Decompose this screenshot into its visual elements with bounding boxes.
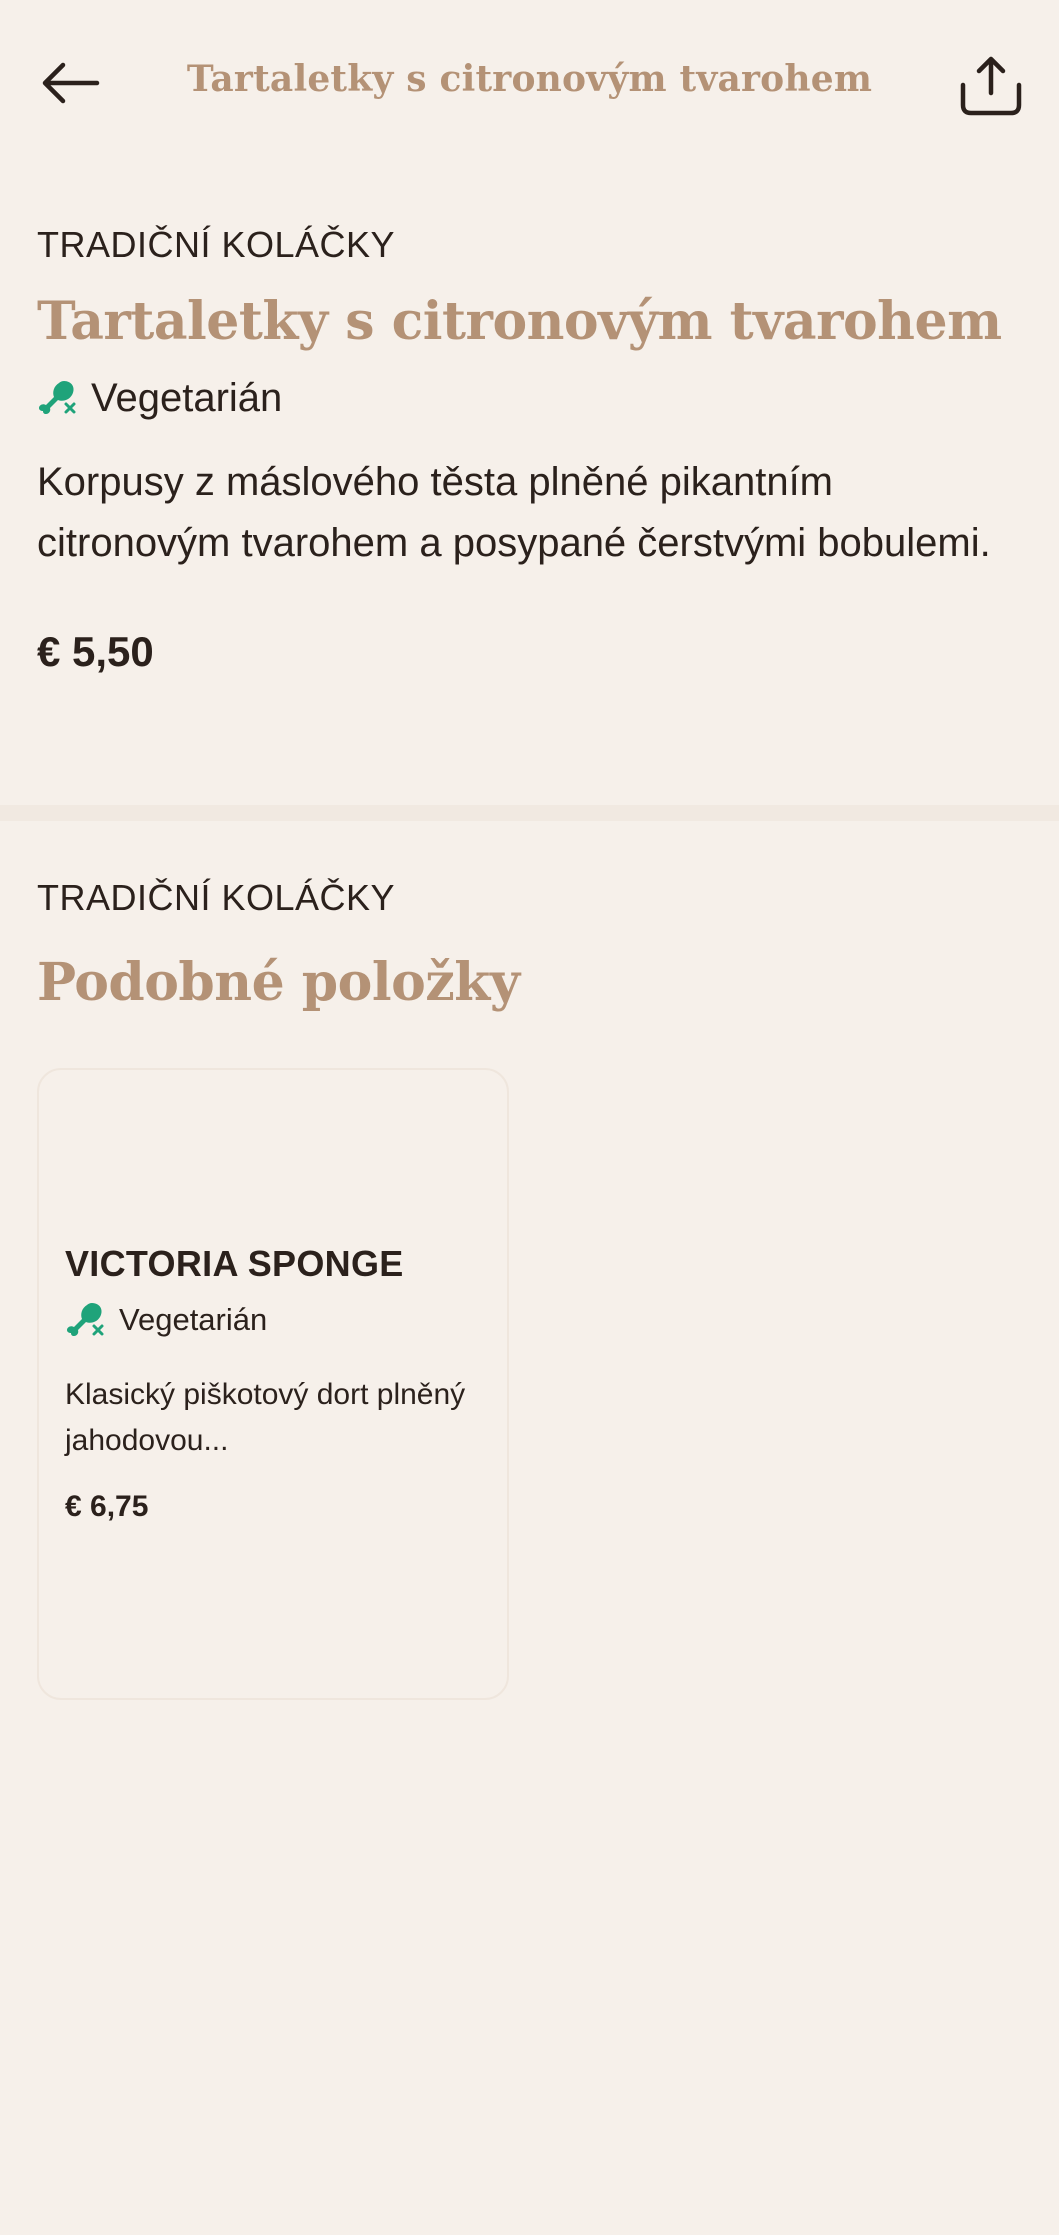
similar-items-section: TRADIČNÍ KOLÁČKY Podobné položky: [37, 873, 1022, 1021]
similar-title: Podobné položky: [37, 952, 520, 1013]
header-title: Tartaletky s citronovým tvarohem: [186, 58, 873, 100]
card-item-description: Klasický piškotový dort plněný jahodovou…: [65, 1378, 466, 1457]
vegetarian-drumstick-icon: [39, 381, 76, 414]
card-diet-tag: Vegetarián: [65, 1298, 485, 1342]
card-content: VICTORIA SPONGE Vegetarián Klasický pišk…: [65, 1240, 485, 1524]
product-title: Tartaletky s citronovým tvarohem: [37, 291, 1002, 352]
section-divider: [0, 805, 1059, 821]
product-category: TRADIČNÍ KOLÁČKY: [37, 224, 396, 265]
vegetarian-drumstick-icon: [67, 1303, 104, 1336]
card-item-name: VICTORIA SPONGE: [65, 1243, 404, 1284]
back-button[interactable]: [36, 48, 106, 118]
top-app-bar: Tartaletky s citronovým tvarohem: [0, 0, 1059, 170]
page: Tartaletky s citronovým tvarohem TRADIČN…: [0, 0, 1059, 2235]
product-description: Korpusy z máslového těsta plněné pikantn…: [37, 460, 991, 565]
arrow-left-icon: [42, 62, 100, 104]
card-diet-label: Vegetarián: [119, 1302, 268, 1337]
product-price: € 5,50: [37, 628, 154, 675]
share-icon: [960, 56, 1022, 116]
diet-label: Vegetarián: [91, 375, 283, 420]
product-details: TRADIČNÍ KOLÁČKY Tartaletky s citronovým…: [37, 220, 1022, 676]
diet-tag: Vegetarián: [37, 370, 1022, 426]
share-button[interactable]: [951, 48, 1031, 122]
similar-item-card[interactable]: VICTORIA SPONGE Vegetarián Klasický pišk…: [37, 1068, 509, 1700]
similar-category: TRADIČNÍ KOLÁČKY: [37, 877, 396, 918]
card-item-price: € 6,75: [65, 1490, 149, 1523]
